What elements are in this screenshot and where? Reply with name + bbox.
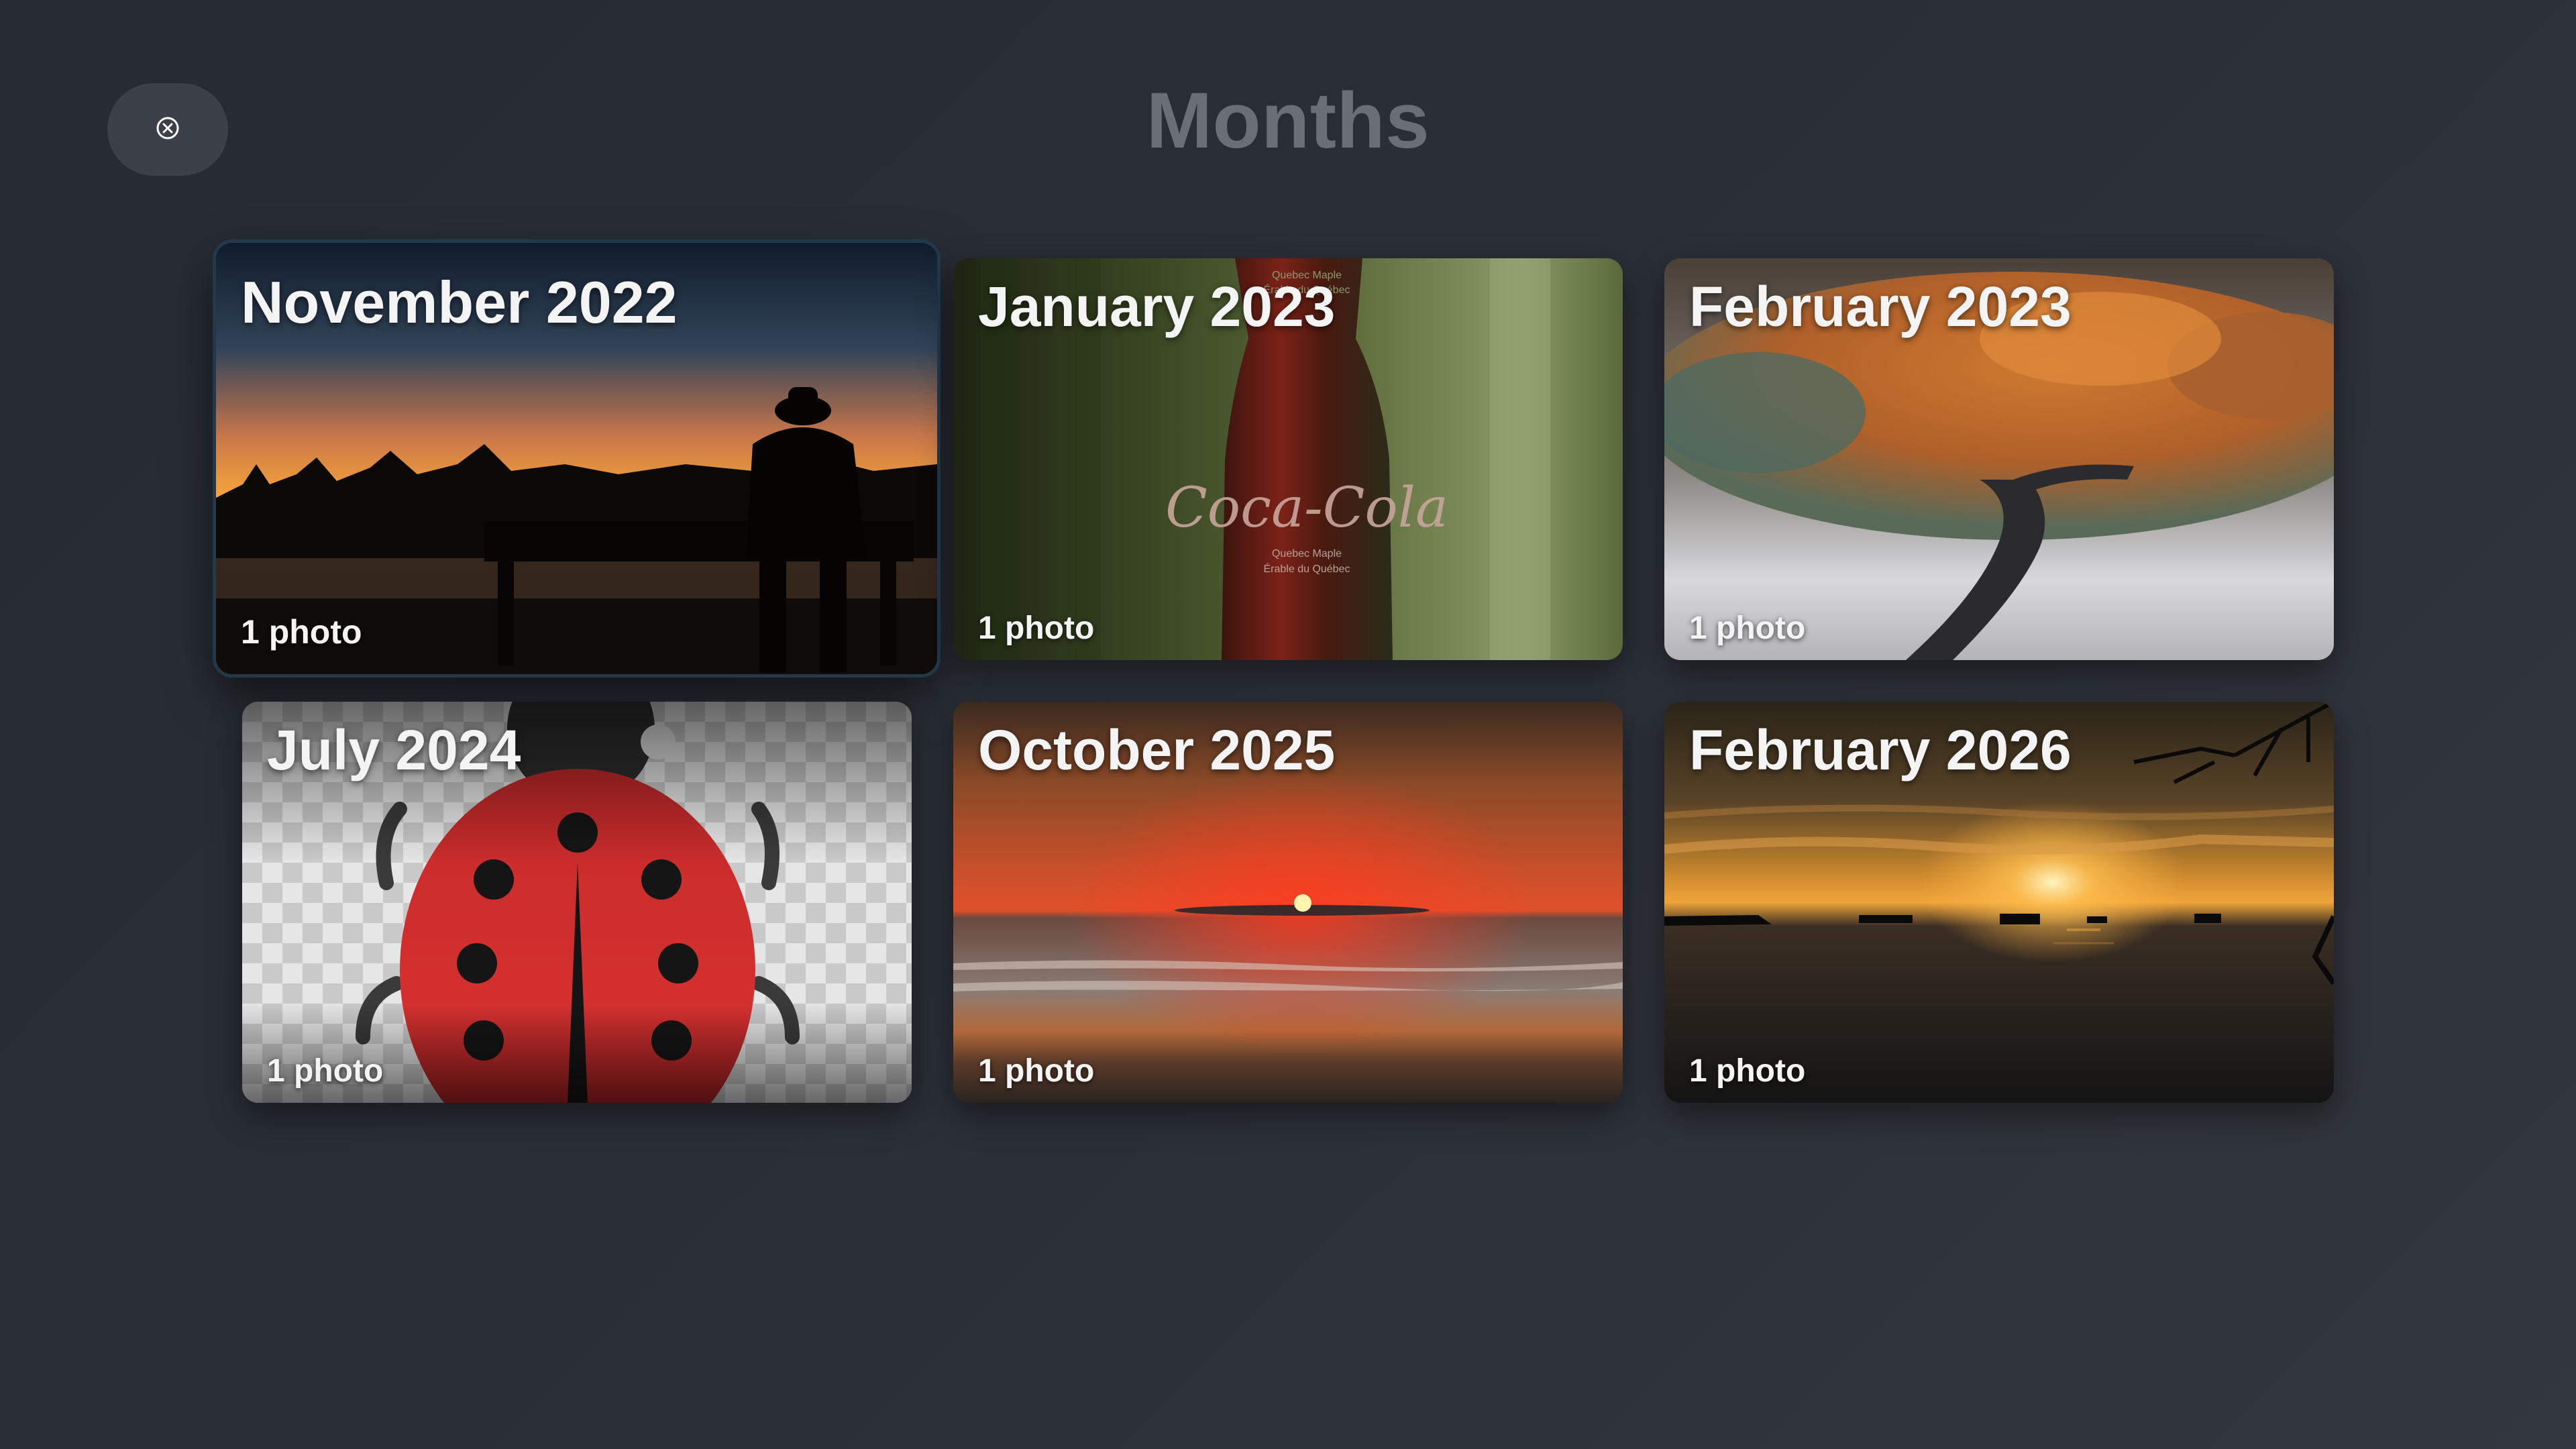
bottle-label-text: Érable du Québec xyxy=(1264,562,1350,575)
month-card-february-2023[interactable]: February 2023 1 photo xyxy=(1664,258,2334,660)
month-card-count: 1 photo xyxy=(241,613,362,651)
month-card-count: 1 photo xyxy=(978,1053,1095,1089)
month-card-title: February 2026 xyxy=(1689,718,2072,782)
bottle-label-text: Quebec Maple xyxy=(1272,548,1342,559)
month-card-title: November 2022 xyxy=(241,269,678,335)
month-card-title: July 2024 xyxy=(267,718,521,782)
month-card-title: February 2023 xyxy=(1689,275,2072,338)
month-card-title: October 2025 xyxy=(978,718,1336,782)
month-card-november-2022[interactable]: November 2022 1 photo xyxy=(213,239,941,678)
month-card-october-2025[interactable]: October 2025 1 photo xyxy=(953,702,1623,1103)
month-card-february-2026[interactable]: February 2026 1 photo xyxy=(1664,702,2334,1103)
month-card-count: 1 photo xyxy=(978,610,1095,646)
month-card-title: January 2023 xyxy=(978,275,1336,338)
month-card-count: 1 photo xyxy=(1689,1053,1806,1089)
months-grid: November 2022 1 photo Coca-Cola Quebec M… xyxy=(0,0,2576,1449)
month-card-july-2024[interactable]: July 2024 1 photo xyxy=(242,702,912,1103)
month-card-count: 1 photo xyxy=(1689,610,1806,646)
month-card-count: 1 photo xyxy=(267,1053,384,1089)
month-card-january-2023[interactable]: Coca-Cola Quebec Maple Érable du Québec … xyxy=(953,258,1623,660)
bottle-brand-text: Coca-Cola xyxy=(1165,476,1448,540)
